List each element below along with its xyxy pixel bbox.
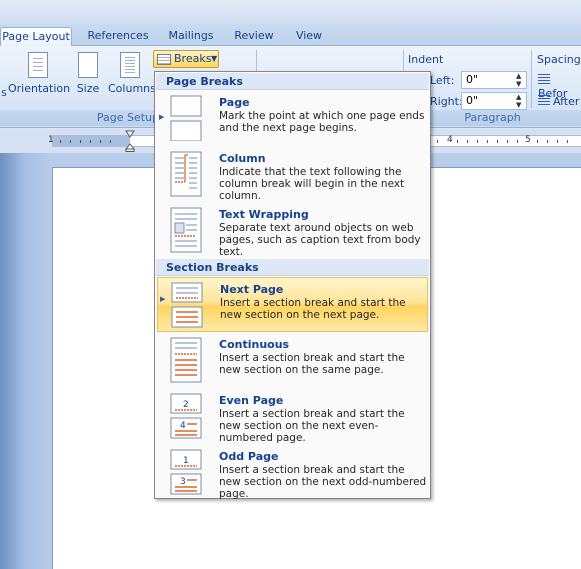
menu-item-column-break[interactable]: Column Indicate that the text following …	[157, 147, 428, 202]
ruler-tick	[80, 140, 81, 143]
pointer-arrow-icon: ▶	[160, 295, 166, 303]
orientation-icon	[28, 52, 48, 78]
indent-marker-icon[interactable]	[125, 130, 135, 152]
ruler-tick	[70, 140, 71, 143]
ribbon-tab-bar: Page Layout References Mailings Review V…	[0, 24, 581, 46]
orientation-button[interactable]: Orientation	[8, 52, 70, 95]
spacing-before-icon	[538, 74, 550, 86]
menu-item-next-page[interactable]: ▶ Next Page Insert a section break and s…	[157, 277, 428, 332]
next-page-icon	[171, 282, 203, 328]
ruler-number: 4	[447, 135, 453, 145]
menu-item-description: Insert a section break and start the new…	[219, 408, 405, 444]
ruler-tick	[467, 140, 468, 143]
ruler-tick	[557, 140, 558, 143]
menu-item-title: Page	[219, 96, 250, 109]
ruler-tick	[100, 140, 101, 143]
menu-item-description: Insert a section break and start the new…	[220, 297, 406, 321]
menu-item-odd-page[interactable]: 1 3 Odd Page Insert a section break and …	[157, 445, 428, 500]
tab-view[interactable]: View	[287, 27, 331, 46]
breaks-menu: Page Breaks ▶ Page Mark the point at whi…	[154, 71, 431, 500]
ruler-number: 1	[48, 135, 54, 145]
indent-right-label: Right:	[430, 95, 463, 108]
menu-item-description: Indicate that the text following the col…	[219, 166, 405, 202]
title-strip	[0, 0, 581, 24]
section-breaks-header: Section Breaks	[156, 259, 429, 276]
ruler-tick	[437, 140, 438, 143]
ruler-tick	[60, 140, 61, 143]
ruler-tick	[547, 140, 548, 143]
menu-item-description: Insert a section break and start the new…	[219, 352, 405, 376]
odd-page-icon: 1 3	[170, 449, 202, 495]
group-separator	[531, 50, 532, 108]
breaks-label: Breaks	[174, 52, 212, 65]
menu-item-title: Even Page	[219, 394, 284, 407]
menu-item-title: Text Wrapping	[219, 208, 309, 221]
menu-item-description: Mark the point at which one page ends an…	[219, 110, 425, 134]
menu-item-title: Odd Page	[219, 450, 279, 463]
page-number-label: 2	[183, 400, 189, 410]
text-wrapping-icon	[170, 207, 202, 253]
ruler-tick	[110, 140, 111, 143]
continuous-icon	[170, 337, 202, 383]
indent-header: Indent	[408, 53, 444, 66]
tab-review[interactable]: Review	[228, 27, 280, 46]
chevron-down-icon: ▼	[211, 54, 218, 63]
indent-left-label: Left:	[430, 74, 455, 87]
indent-left-spinner[interactable]: 0" ▲ ▼	[461, 71, 527, 89]
indent-right-spinner[interactable]: 0" ▲ ▼	[461, 92, 527, 110]
column-break-icon	[170, 151, 202, 197]
size-icon	[78, 52, 98, 78]
ruler-tick	[477, 140, 478, 143]
page-break-icon	[170, 95, 202, 141]
breaks-button[interactable]: Breaks ▼	[153, 50, 219, 68]
spacing-header: Spacing	[537, 53, 581, 66]
tab-page-layout[interactable]: Page Layout	[0, 27, 72, 46]
spinner-arrows-icon[interactable]: ▲ ▼	[516, 72, 524, 88]
ruler-tick	[567, 140, 568, 143]
menu-item-title: Column	[219, 152, 266, 165]
ruler-number: 5	[525, 135, 531, 145]
tab-references[interactable]: References	[82, 27, 154, 46]
ruler-tick	[507, 140, 508, 143]
page-number-label: 4	[180, 421, 186, 431]
spacing-after-field[interactable]: After	[538, 95, 579, 108]
ruler-tick	[537, 140, 538, 143]
menu-item-description: Separate text around objects on web page…	[219, 222, 421, 258]
columns-icon	[120, 52, 140, 78]
ruler-tick	[90, 140, 91, 143]
spacing-after-icon	[538, 95, 550, 107]
menu-item-title: Next Page	[220, 283, 284, 296]
spinner-arrows-icon[interactable]: ▲ ▼	[516, 93, 524, 109]
margins-button-partial[interactable]: s	[0, 86, 8, 99]
menu-item-continuous[interactable]: Continuous Insert a section break and st…	[157, 333, 428, 388]
ruler-margin-left	[52, 135, 130, 147]
ruler-tick	[487, 140, 488, 143]
menu-item-title: Continuous	[219, 338, 290, 351]
menu-item-page-break[interactable]: ▶ Page Mark the point at which one page …	[157, 91, 428, 146]
ruler-tick	[517, 140, 518, 143]
size-button[interactable]: Size	[74, 52, 102, 95]
ruler-tick	[497, 140, 498, 143]
menu-item-description: Insert a section break and start the new…	[219, 464, 427, 500]
columns-button[interactable]: Columns	[108, 52, 156, 95]
page-number-label: 3	[180, 477, 186, 487]
page-breaks-header: Page Breaks	[156, 73, 429, 90]
menu-item-text-wrapping[interactable]: Text Wrapping Separate text around objec…	[157, 203, 428, 258]
even-page-icon: 2 4	[170, 393, 202, 439]
ruler-tick	[457, 140, 458, 143]
breaks-icon	[157, 54, 171, 65]
tab-mailings[interactable]: Mailings	[162, 27, 220, 46]
menu-item-even-page[interactable]: 2 4 Even Page Insert a section break and…	[157, 389, 428, 444]
page-number-label: 1	[183, 456, 189, 466]
pointer-arrow-icon: ▶	[159, 113, 165, 121]
